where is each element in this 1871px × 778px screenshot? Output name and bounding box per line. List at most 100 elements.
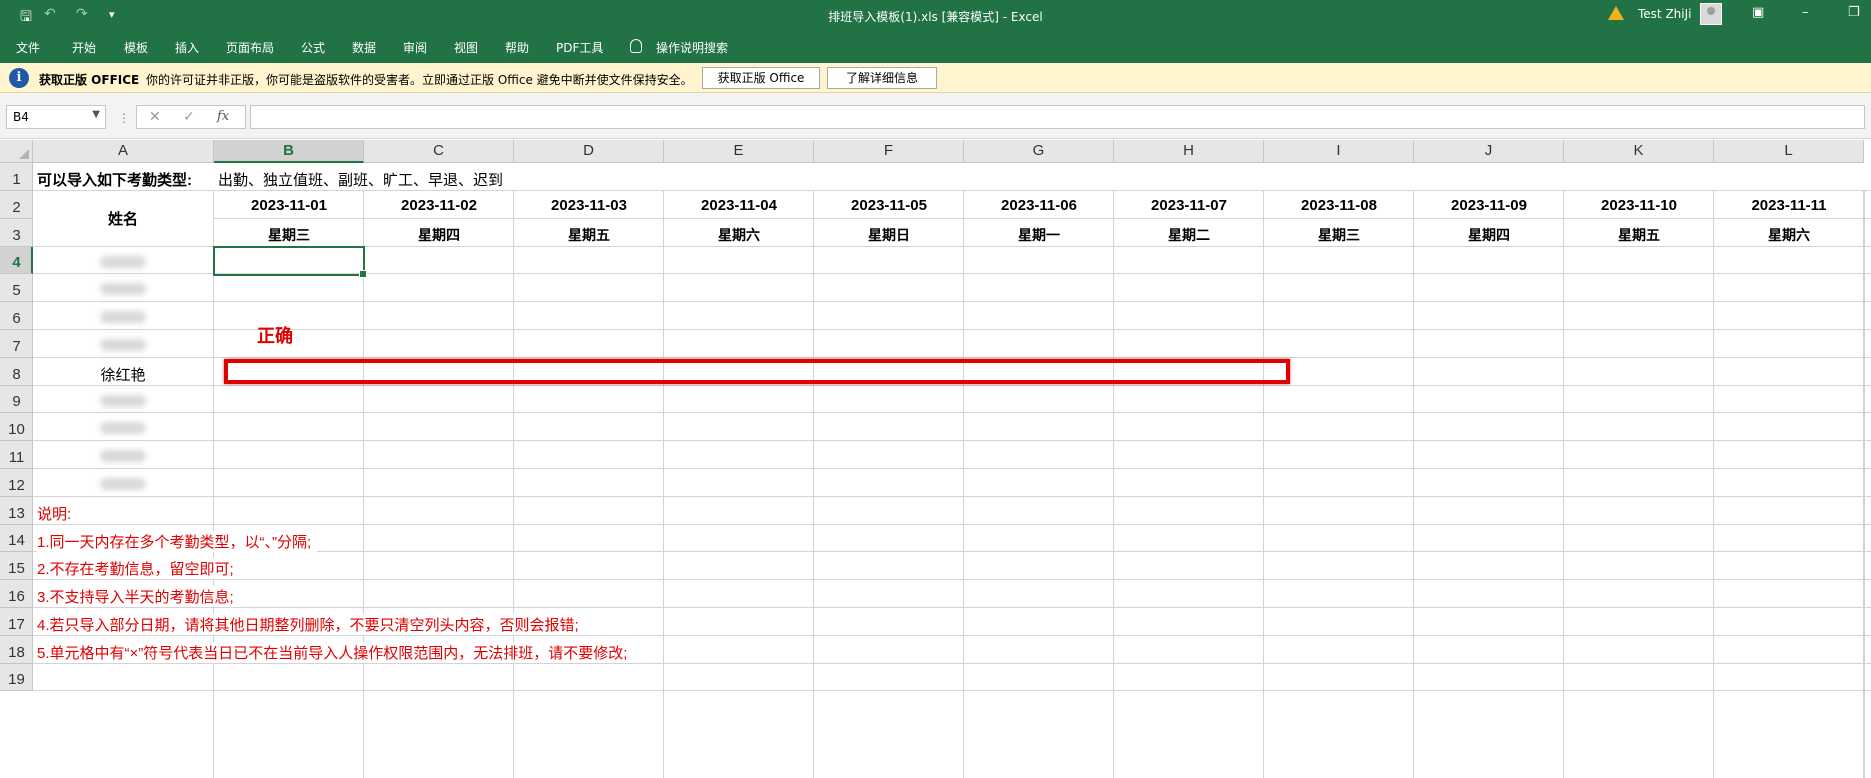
row-header-14[interactable]: 14 — [0, 524, 33, 553]
column-header-j[interactable]: J — [1414, 140, 1564, 163]
ribbon-display-icon[interactable]: ▣ — [1752, 5, 1764, 20]
highlight-box — [224, 358, 1290, 384]
date-header: 2023-11-08 — [1301, 197, 1377, 214]
column-header-a[interactable]: A — [33, 140, 214, 163]
get-genuine-office-button[interactable]: 获取正版 Office — [702, 67, 820, 89]
gridline-vertical — [1413, 163, 1414, 778]
row-header-12[interactable]: 12 — [0, 469, 33, 497]
insert-function-icon[interactable]: fx — [217, 109, 229, 124]
row-header-19[interactable]: 19 — [0, 663, 33, 692]
tab-pdf-tools[interactable]: PDF工具 — [556, 39, 603, 56]
column-header-i[interactable]: I — [1264, 140, 1414, 163]
row-number: 17 — [8, 615, 25, 633]
row-number: 6 — [12, 309, 21, 327]
window-title: 排班导入模板(1).xls [兼容模式] - Excel — [828, 10, 1043, 24]
tab-formulas[interactable]: 公式 — [301, 39, 325, 56]
blurred-name — [100, 283, 146, 296]
select-all-button[interactable] — [0, 140, 33, 163]
date-header: 2023-11-04 — [701, 197, 777, 214]
minimize-icon[interactable]: – — [1802, 5, 1809, 20]
column-header-b[interactable]: B — [214, 140, 364, 163]
gridline-horizontal — [33, 468, 1871, 469]
name-header: 姓名 — [107, 211, 138, 228]
blurred-name — [100, 450, 146, 463]
formula-buttons: ✕ ✓ fx — [136, 105, 246, 129]
row-header-18[interactable]: 18 — [0, 635, 33, 664]
column-header-f[interactable]: F — [814, 140, 964, 163]
name-box[interactable]: B4 ▼ — [6, 105, 106, 129]
gridline-vertical — [1713, 163, 1714, 778]
column-header-d[interactable]: D — [514, 140, 664, 163]
row-header-5[interactable]: 5 — [0, 274, 33, 303]
row-header-6[interactable]: 6 — [0, 302, 33, 330]
row-number: 11 — [8, 448, 25, 466]
chevron-down-icon[interactable]: ▼ — [92, 109, 100, 120]
row-header-7[interactable]: 7 — [0, 330, 33, 358]
row-header-16[interactable]: 16 — [0, 580, 33, 608]
tab-help[interactable]: 帮助 — [505, 39, 529, 56]
row-number: 7 — [12, 337, 21, 355]
gridline-horizontal — [33, 523, 1871, 525]
gridline-horizontal — [33, 412, 1871, 414]
row-header-11[interactable]: 11 — [0, 441, 33, 469]
row-header-2[interactable]: 2 — [0, 191, 33, 219]
row-number: 9 — [12, 393, 21, 411]
row-header-9[interactable]: 9 — [0, 385, 33, 414]
row-header-1[interactable]: 1 — [0, 163, 33, 191]
tab-file[interactable]: 文件 — [16, 39, 40, 56]
tab-view[interactable]: 视图 — [454, 39, 478, 56]
column-header-l[interactable]: L — [1714, 140, 1864, 163]
gridline-horizontal — [33, 356, 1871, 358]
cancel-icon[interactable]: ✕ — [149, 109, 161, 125]
ribbon-tabs: 文件 开始 模板 插入 页面布局 公式 数据 审阅 视图 帮助 PDF工具 操作… — [0, 31, 1871, 63]
weekday-header: 星期四 — [418, 227, 460, 243]
attendance-types-title: 可以导入如下考勤类型: — [37, 172, 192, 189]
row-header-13[interactable]: 13 — [0, 496, 33, 525]
user-name[interactable]: Test ZhiJi — [1638, 7, 1691, 21]
row-header-8[interactable]: 8 — [0, 357, 33, 386]
tell-me-search[interactable]: 操作说明搜索 — [656, 39, 728, 56]
formula-input[interactable] — [250, 105, 1865, 129]
tab-data[interactable]: 数据 — [352, 39, 376, 56]
active-cell-b4[interactable] — [213, 245, 367, 278]
date-header: 2023-11-10 — [1601, 197, 1677, 214]
gridline-vertical — [1563, 163, 1564, 778]
row-header-10[interactable]: 10 — [0, 413, 33, 442]
tab-page-layout[interactable]: 页面布局 — [226, 39, 274, 56]
row-header-3[interactable]: 3 — [0, 218, 33, 247]
row-header-17[interactable]: 17 — [0, 608, 33, 636]
column-header-c[interactable]: C — [364, 140, 514, 163]
column-header-h[interactable]: H — [1114, 140, 1264, 163]
row-header-15[interactable]: 15 — [0, 552, 33, 581]
info-icon: i — [9, 68, 29, 88]
gridline-horizontal — [33, 690, 1871, 692]
column-header-e[interactable]: E — [664, 140, 814, 163]
row-number: 19 — [8, 671, 25, 689]
tab-insert[interactable]: 插入 — [175, 39, 199, 56]
row-number: 3 — [12, 226, 21, 244]
column-header-k[interactable]: K — [1564, 140, 1714, 163]
blurred-name — [100, 394, 146, 407]
tab-review[interactable]: 审阅 — [403, 39, 427, 56]
gridline-vertical — [1864, 163, 1865, 778]
column-header-g[interactable]: G — [964, 140, 1114, 163]
row-number: 1 — [12, 171, 21, 188]
cell-reference: B4 — [13, 110, 29, 124]
date-header: 2023-11-02 — [401, 197, 477, 214]
learn-more-button[interactable]: 了解详细信息 — [827, 67, 937, 89]
blurred-name — [100, 255, 146, 268]
gridline-horizontal — [33, 217, 1871, 219]
notice-message: 你的许可证并非正版，你可能是盗版软件的受害者。立即通过正版 Office 避免中… — [146, 73, 693, 87]
row-header-4[interactable]: 4 — [0, 246, 33, 275]
weekday-header: 星期二 — [1168, 227, 1210, 243]
enter-icon[interactable]: ✓ — [183, 109, 195, 125]
tab-template[interactable]: 模板 — [124, 39, 148, 56]
gridline-horizontal — [33, 190, 1871, 191]
restore-icon[interactable]: ❐ — [1848, 5, 1860, 20]
annotation-label: 正确 — [257, 326, 293, 346]
tab-home[interactable]: 开始 — [72, 39, 96, 56]
gridline-horizontal — [33, 579, 1871, 581]
row-number: 14 — [8, 532, 25, 550]
avatar[interactable] — [1700, 3, 1722, 25]
employee-name[interactable]: 徐红艳 — [33, 364, 213, 385]
